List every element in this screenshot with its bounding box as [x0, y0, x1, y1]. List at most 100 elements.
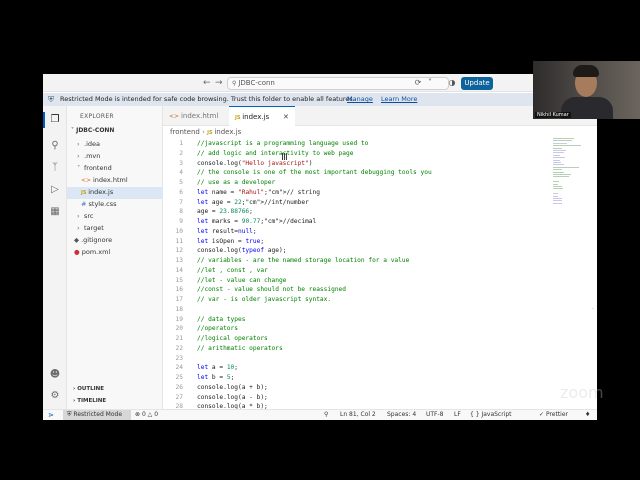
indentation[interactable]: Spaces: 4 [387, 410, 416, 420]
cursor-position[interactable]: Ln 81, Col 2 [340, 410, 376, 420]
code-line[interactable]: let a = 10; [197, 364, 238, 371]
line-number: 15 [175, 276, 183, 284]
code-line[interactable]: let result=null; [197, 228, 257, 235]
minimap-line [553, 195, 558, 197]
code-line[interactable]: //const - value should not be reassigned [197, 286, 346, 293]
copilot-icon[interactable]: ⟳ [413, 78, 423, 88]
zoom-watermark: zoom [560, 383, 604, 402]
tree-item-idea[interactable]: › .idea [67, 139, 163, 151]
minimap-line [553, 171, 564, 173]
shield-icon: ⛨ [48, 95, 54, 104]
language-mode[interactable]: { } JavaScript [470, 410, 512, 420]
banner-manage-link[interactable]: Manage [347, 93, 373, 106]
tab-index-html[interactable]: <> index.html [163, 106, 229, 126]
code-line[interactable]: //javascript is a programming language u… [197, 140, 368, 147]
tree-item-target[interactable]: › target [67, 223, 163, 235]
chevron-right-icon: › [77, 140, 80, 148]
tree-item-index-html[interactable]: <> index.html [67, 175, 163, 187]
code-line[interactable]: //let , const , var [197, 267, 268, 274]
tree-item-src[interactable]: › src [67, 211, 163, 223]
code-line[interactable]: // variables - are the named storage loc… [197, 257, 409, 264]
code-line[interactable]: // var - is older javascript syntax. [197, 296, 331, 303]
code-line[interactable]: // use as a developer [197, 179, 275, 186]
search-icon[interactable]: ⚲ [49, 140, 61, 152]
code-line[interactable]: // the console is one of the most import… [197, 169, 432, 176]
line-number: 16 [175, 286, 183, 294]
tree-item-style-css[interactable]: # style.css [67, 199, 163, 211]
code-line[interactable]: let isOpen = true; [197, 238, 264, 245]
tree-item-index-js[interactable]: JS index.js [67, 187, 163, 199]
tree-item-frontend[interactable]: ˅ frontend [67, 163, 163, 175]
minimap-line [553, 176, 570, 178]
account-icon[interactable]: ◑ [447, 78, 457, 88]
restricted-mode-status[interactable]: ⛨ Restricted Mode [63, 410, 131, 420]
code-line[interactable]: //let - value can change [197, 277, 286, 284]
code-line[interactable]: let name = "Rahul";"cm">// string [197, 189, 320, 196]
banner-learn-more-link[interactable]: Learn More [381, 93, 417, 106]
minimap-line [553, 138, 574, 139]
source-control-icon[interactable]: ᛉ [49, 162, 61, 174]
breadcrumb-file[interactable]: index.js [214, 128, 241, 136]
search-text: JDBC-conn [238, 79, 275, 87]
tree-item-mvn[interactable]: › .mvn [67, 151, 163, 163]
webcam-person-hair [573, 65, 599, 77]
line-number: 1 [179, 140, 183, 147]
timeline-section[interactable]: › TIMELINE [73, 398, 106, 404]
prettier-status[interactable]: ✓ Prettier [539, 410, 568, 420]
code-line[interactable]: // add logic and interactivity to web pa… [197, 150, 353, 157]
code-line[interactable]: // data types [197, 316, 245, 323]
code-line[interactable]: //operators [197, 325, 238, 332]
code-line[interactable]: //logical operators [197, 335, 268, 342]
encoding[interactable]: UTF-8 [426, 410, 444, 420]
forward-arrow-icon[interactable]: → [215, 77, 223, 89]
tree-item-pom-xml[interactable]: ● pom.xml [67, 247, 163, 259]
code-line[interactable]: console.log(a - b); [197, 394, 268, 401]
line-number: 11 [175, 237, 183, 245]
explorer-files-icon[interactable]: ❐ [49, 114, 61, 126]
zoom-icon[interactable]: ⚲ [324, 410, 328, 420]
line-number: 4 [179, 169, 183, 177]
minimap-line [553, 188, 564, 190]
code-line[interactable]: // arithmatic operators [197, 345, 283, 352]
problems-status[interactable]: ⊗ 0 △ 0 [135, 410, 158, 420]
minimap-line [553, 181, 559, 183]
code-line[interactable]: console.log("Hello javascript") [197, 160, 313, 167]
chevron-right-icon: › [77, 152, 80, 160]
line-number: 26 [175, 383, 183, 391]
back-arrow-icon[interactable]: ← [203, 77, 211, 89]
notifications-icon[interactable]: ♦ [585, 410, 590, 420]
active-indicator [43, 112, 45, 128]
update-button[interactable]: Update [461, 77, 493, 90]
minimap-line [553, 193, 558, 195]
tree-item-gitignore[interactable]: ◆ .gitignore [67, 235, 163, 247]
project-folder[interactable]: ˅ JDBC-CONN [71, 127, 114, 134]
line-number: 7 [179, 198, 183, 206]
vscode-window: ← → ⚲ JDBC-conn ⟳ ˅ ◑ Update ⛨ Restricte… [43, 74, 597, 420]
minimap-line [553, 159, 561, 161]
remote-icon[interactable]: ⋗ [43, 410, 59, 420]
breadcrumb-folder[interactable]: frontend [170, 128, 200, 136]
code-line[interactable]: let marks = 90.77;"cm">//decimal [197, 218, 316, 225]
minimap[interactable] [551, 138, 587, 228]
extensions-icon[interactable]: ▦ [49, 206, 61, 218]
webcam-feed: Nikhil Kumar [533, 61, 640, 119]
run-debug-icon[interactable]: ▷ [49, 184, 61, 196]
tab-index-js[interactable]: JS index.js ✕ [229, 106, 295, 126]
status-bar: ⋗ ⛨ Restricted Mode ⊗ 0 △ 0 ⚲ Ln 81, Col… [43, 409, 597, 420]
code-editor[interactable]: 1 //javascript is a programming language … [163, 138, 597, 409]
code-line[interactable]: let age = 22;"cm">//int/number [197, 199, 309, 206]
outline-section[interactable]: › OUTLINE [73, 386, 104, 392]
code-line[interactable]: console.log(a + b); [197, 384, 268, 391]
account-icon[interactable]: ☻ [49, 369, 61, 381]
close-icon[interactable]: ✕ [283, 107, 289, 127]
minimap-line [553, 198, 562, 199]
code-line[interactable]: console.log(typeof age); [197, 247, 286, 254]
html-file-icon: <> [81, 177, 93, 184]
line-ending[interactable]: LF [454, 410, 461, 420]
gear-icon[interactable]: ⚙ [49, 390, 61, 402]
chevron-down-icon[interactable]: ˅ [425, 78, 435, 88]
screen: ← → ⚲ JDBC-conn ⟳ ˅ ◑ Update ⛨ Restricte… [0, 0, 640, 480]
code-line[interactable]: let b = 5; [197, 374, 234, 381]
line-number: 23 [175, 354, 183, 362]
code-line[interactable]: age = 23.88766; [197, 208, 253, 215]
